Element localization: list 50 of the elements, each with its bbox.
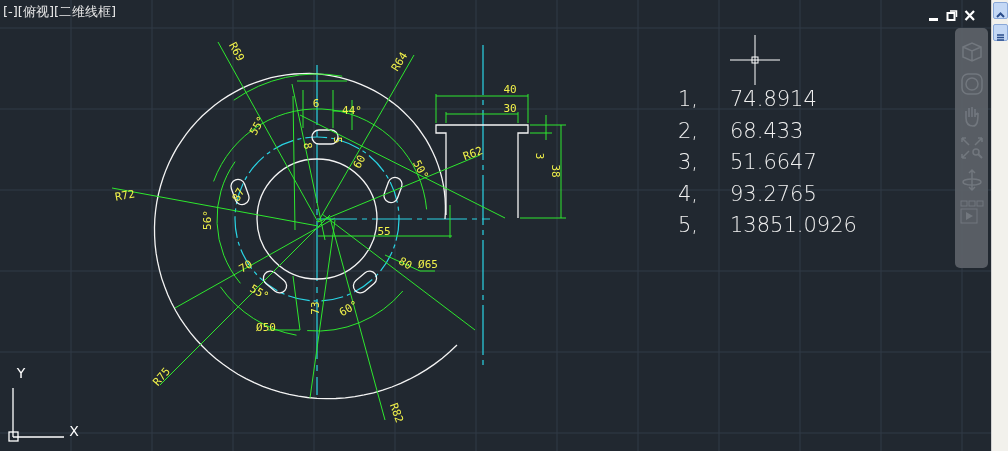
measurement-number: 2, (678, 117, 700, 145)
measurement-value: 74.8914 (730, 86, 817, 113)
dimension-label: 6 (312, 97, 320, 110)
crosshair-cursor-icon (729, 34, 781, 86)
dimension-label: 38 (549, 164, 562, 178)
measurement-number: 4, (678, 180, 700, 208)
measurement-number: 5, (678, 212, 700, 239)
measurement-number: 3, (678, 149, 700, 176)
dimension-label: 60 (350, 152, 369, 171)
viewport-label[interactable]: [-][俯视][二维线框] (3, 4, 117, 20)
dimension-label: 5 (331, 136, 344, 144)
dimension-label: 55 (377, 225, 391, 238)
orbit-icon[interactable] (959, 168, 984, 192)
showmotion-icon[interactable] (959, 200, 984, 226)
dimension-label: 44° (342, 104, 362, 117)
x-axis-label: X (69, 423, 79, 439)
dimension-label: 56° (201, 210, 214, 230)
dimension-label: 30 (503, 102, 517, 115)
measurement-value: 93.2765 (730, 180, 817, 208)
dimension-label: 8 (300, 141, 315, 151)
y-axis-label: Y (16, 365, 26, 381)
dimension-label: R82 (386, 401, 406, 425)
scroll-up-button[interactable] (993, 2, 1008, 19)
dimension-label: Ø50 (256, 321, 276, 334)
dimension-label: 80 (396, 254, 415, 273)
cube-icon[interactable] (959, 40, 984, 64)
dimension-label: 87 (229, 185, 248, 204)
dimension-label: 55° (247, 281, 272, 304)
dimension-label: 70 (236, 257, 255, 276)
steering-wheel-icon[interactable] (959, 72, 984, 96)
dimension-label: Ø65 (418, 258, 438, 271)
dimension-label: R72 (114, 187, 136, 204)
restore-icon[interactable] (946, 8, 958, 22)
measurement-number: 1, (678, 86, 700, 113)
dimension-label: 73 (309, 301, 322, 315)
dimension-label: R69 (226, 39, 247, 64)
dimension-label: 3 (533, 152, 546, 160)
close-icon[interactable] (964, 8, 976, 22)
zoom-icon[interactable] (959, 136, 984, 160)
measurement-value: 68.433 (730, 117, 804, 145)
list-button[interactable] (993, 24, 1008, 41)
dimension-label: 60° (336, 297, 361, 320)
dimension-label: 40 (503, 83, 517, 96)
dimension-label: 50° (410, 157, 431, 182)
dimension-label: 55° (246, 113, 269, 138)
dimension-label: R62 (461, 144, 485, 164)
measurement-value: 51.6647 (730, 149, 817, 176)
list-icon (994, 31, 1007, 44)
ucs-axes-icon (8, 387, 65, 442)
measurement-value: 13851.0926 (730, 212, 857, 239)
